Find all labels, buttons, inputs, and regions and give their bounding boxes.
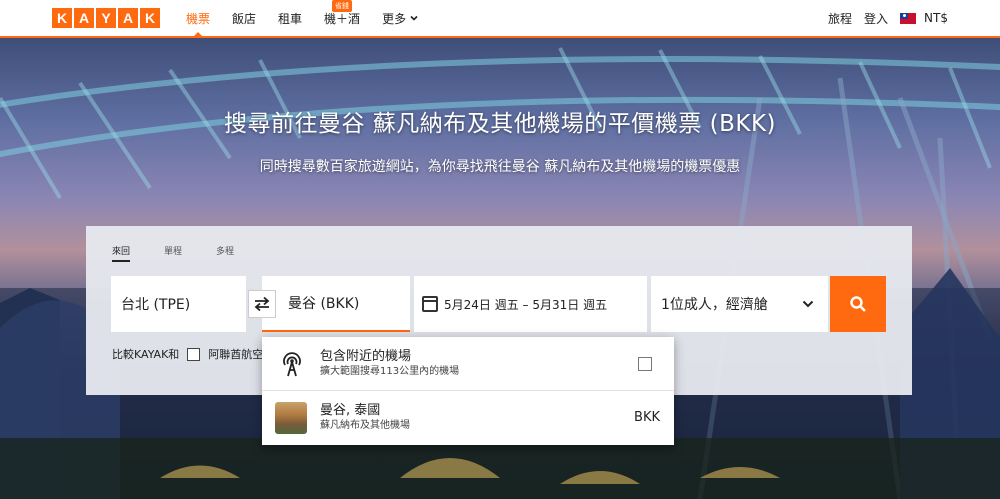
taiwan-flag-icon — [900, 12, 917, 24]
kayak-logo[interactable]: K A Y A K — [52, 8, 160, 28]
trips-link[interactable]: 旅程 — [828, 10, 852, 27]
nav-cars[interactable]: 租車 — [278, 0, 302, 36]
nav-label: 機票 — [186, 11, 211, 26]
result-subtitle: 蘇凡納布及其他機場 — [320, 420, 410, 431]
destination-suggestions: 包含附近的機場 擴大範圍搜尋113公里內的機場 曼谷, 泰國 蘇凡納布及其他機場… — [262, 337, 674, 445]
nav-more[interactable]: 更多 — [382, 0, 419, 36]
page-subtitle: 同時搜尋數百家旅遊網站，為你尋找飛往曼谷 蘇凡納布及其他機場的機票優惠 — [259, 159, 741, 175]
radar-icon — [278, 350, 306, 378]
nav-label: 租車 — [278, 11, 303, 26]
airport-code: BKK — [634, 410, 660, 425]
date-range-value: 5月24日 週五 – 5月31日 週五 — [444, 297, 608, 312]
compare-checkbox[interactable] — [187, 347, 201, 361]
signin-link[interactable]: 登入 — [864, 10, 888, 27]
top-header: K A Y A K 機票 飯店 租車 省錢 機＋酒 更多 旅程 登入 NT$ — [0, 0, 1000, 38]
date-picker[interactable]: 5月24日 週五 – 5月31日 週五 — [414, 276, 647, 332]
search-icon — [850, 296, 866, 312]
main-nav: 機票 飯店 租車 省錢 機＋酒 更多 — [186, 0, 441, 38]
compare-partner-label: 阿聯酋航空 — [208, 348, 264, 361]
nav-label: 飯店 — [232, 11, 257, 26]
tab-round-trip[interactable]: 來回 — [112, 244, 131, 262]
tab-multi-city[interactable]: 多程 — [216, 244, 234, 262]
logo-letter: A — [74, 8, 94, 28]
nearby-checkbox[interactable] — [638, 357, 652, 371]
nav-hotels[interactable]: 飯店 — [232, 0, 256, 36]
origin-input[interactable]: 台北 (TPE) — [111, 276, 246, 332]
result-title: 曼谷, 泰國 — [320, 403, 381, 418]
destination-value: 曼谷 (BKK) — [288, 296, 360, 312]
travelers-cabin-select[interactable]: 1位成人，經濟艙 — [651, 276, 828, 332]
swap-arrows-icon — [254, 296, 270, 312]
calendar-icon — [422, 296, 438, 312]
nav-packages[interactable]: 省錢 機＋酒 — [324, 0, 360, 36]
currency-label: NT$ — [924, 11, 948, 25]
nearby-title: 包含附近的機場 — [320, 349, 412, 364]
compare-label: 比較KAYAK和 — [112, 348, 180, 361]
savings-badge: 省錢 — [332, 0, 353, 12]
nearby-text: 包含附近的機場 擴大範圍搜尋113公里內的機場 — [320, 348, 459, 379]
trip-type-tabs: 來回 單程 多程 — [112, 244, 234, 262]
travelers-value: 1位成人，經濟艙 — [661, 297, 768, 313]
compare-row: 比較KAYAK和 阿聯酋航空 — [112, 346, 263, 362]
logo-letter: K — [52, 8, 72, 28]
origin-value: 台北 (TPE) — [121, 297, 191, 313]
header-right: 旅程 登入 NT$ — [828, 0, 948, 36]
swap-button[interactable] — [248, 290, 276, 318]
city-thumbnail — [275, 402, 307, 434]
logo-letter: Y — [96, 8, 116, 28]
result-text: 曼谷, 泰國 蘇凡納布及其他機場 — [320, 402, 410, 433]
destination-input[interactable]: 曼谷 (BKK) — [262, 276, 410, 332]
nearby-airports-option[interactable]: 包含附近的機場 擴大範圍搜尋113公里內的機場 — [262, 337, 674, 391]
tab-one-way[interactable]: 單程 — [164, 244, 182, 262]
destination-result-option[interactable]: 曼谷, 泰國 蘇凡納布及其他機場 BKK — [262, 391, 674, 445]
nav-label: 機＋酒 — [324, 11, 361, 26]
logo-letter: A — [118, 8, 138, 28]
chevron-down-icon — [802, 300, 814, 308]
nearby-subtitle: 擴大範圍搜尋113公里內的機場 — [320, 366, 460, 377]
page-title: 搜尋前往曼谷 蘇凡納布及其他機場的平價機票 (BKK) — [223, 111, 776, 137]
logo-letter: K — [140, 8, 160, 28]
nav-label: 更多 — [382, 11, 407, 26]
chevron-down-icon — [410, 15, 418, 21]
nav-flights[interactable]: 機票 — [186, 0, 211, 38]
search-button[interactable] — [830, 276, 886, 332]
locale-selector[interactable]: NT$ — [900, 11, 948, 25]
